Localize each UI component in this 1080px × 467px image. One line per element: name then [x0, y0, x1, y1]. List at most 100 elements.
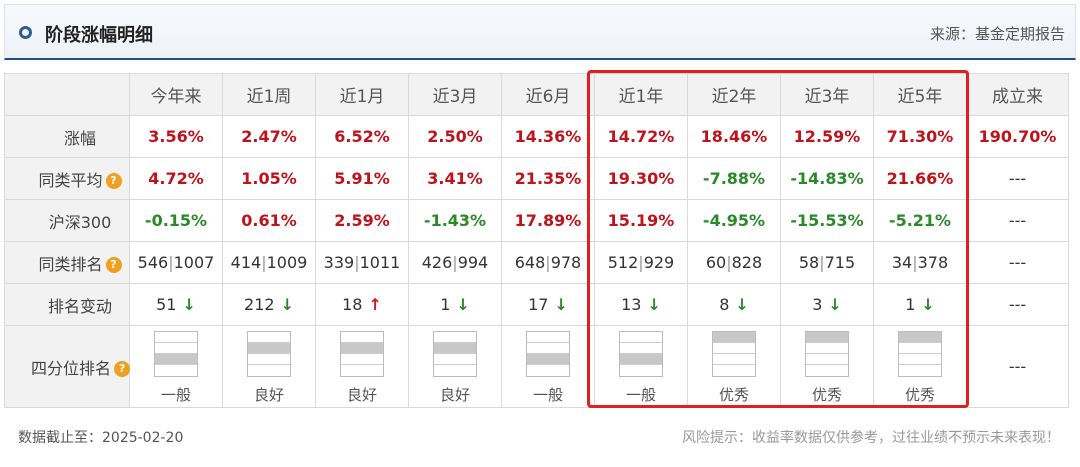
table-row: 涨幅 3.56% 2.47% 6.52% 2.50% 14.36% 14.72% 18.46%…	[4, 115, 1069, 158]
column-header[interactable]: 今年来	[129, 73, 223, 116]
quartile-segment	[341, 353, 383, 365]
row-label-rank_change: 排名变动	[4, 283, 130, 326]
arrow-down-icon: ↓	[828, 295, 842, 314]
column-header[interactable]: 成立来	[966, 73, 1069, 116]
quartile-segment	[527, 331, 569, 343]
section-title: 阶段涨幅明细	[45, 25, 153, 46]
quartile-cell: 优秀	[780, 325, 874, 408]
risk-notice: 风险提示：收益率数据仅供参考，过往业绩不预示未来表现！	[682, 430, 1060, 446]
quartile-segment	[620, 331, 662, 343]
rank-total: 828	[731, 253, 763, 272]
quartile-segment	[341, 342, 383, 354]
arrow-down-icon: ↓	[456, 295, 470, 314]
rank-cell: 414|1009	[222, 241, 316, 284]
table-row: 沪深300 -0.15% 0.61% 2.59% -1.43% 17.89% 15.19% -…	[4, 199, 1069, 242]
row-label-gain: 涨幅	[4, 115, 130, 158]
rank-change-cell: 3 ↓	[780, 283, 874, 326]
column-header[interactable]: 近1月	[315, 73, 409, 116]
quartile-segment	[806, 342, 848, 354]
column-header[interactable]: 近2年	[687, 73, 781, 116]
rank-cell: 648|978	[501, 241, 595, 284]
rank-position: 426	[421, 253, 453, 272]
value-cell: ---	[966, 157, 1069, 200]
column-header[interactable]: 近5年	[873, 73, 967, 116]
value-cell: 18.46%	[687, 115, 781, 158]
row-label-text: 排名变动	[47, 296, 112, 316]
rank-cell: 60|828	[687, 241, 781, 284]
column-header[interactable]: 近3月	[408, 73, 502, 116]
value-cell: ---	[966, 325, 1069, 408]
arrow-up-icon: ↑	[368, 295, 382, 314]
value-cell: 19.30%	[594, 157, 688, 200]
value-cell: -7.88%	[687, 157, 781, 200]
quartile-cell: 良好	[315, 325, 409, 408]
quartile-segment	[620, 342, 662, 354]
quartile-segment	[434, 331, 476, 343]
question-circle-icon[interactable]: ?	[105, 173, 122, 189]
column-header[interactable]: 近6月	[501, 73, 595, 116]
quartile-segment	[899, 353, 941, 365]
value-cell: 15.19%	[594, 199, 688, 242]
quartile-segment	[527, 353, 569, 365]
rank-change-value: 13	[621, 295, 642, 314]
quartile-segment	[155, 364, 197, 376]
row-label-rank: 同类排名?	[4, 241, 130, 284]
quartile-segment	[248, 331, 290, 343]
rank-total: 378	[917, 253, 949, 272]
value-cell: 14.36%	[501, 115, 595, 158]
arrow-down-icon: ↓	[921, 295, 935, 314]
value-cell: 12.59%	[780, 115, 874, 158]
rank-change-cell: 17 ↓	[501, 283, 595, 326]
rank-total: 715	[824, 253, 856, 272]
rank-change-value: 51	[156, 295, 177, 314]
quartile-segment	[248, 342, 290, 354]
quartile-label: 良好	[346, 385, 377, 404]
rank-change-cell: 51 ↓	[129, 283, 223, 326]
rank-change-value: 3	[812, 295, 823, 314]
quartile-cell: 一般	[594, 325, 688, 408]
section-header: 阶段涨幅明细 来源：基金定期报告	[4, 4, 1076, 60]
rank-total: 929	[643, 253, 675, 272]
question-circle-icon[interactable]: ?	[105, 257, 122, 273]
rank-change-cell: 13 ↓	[594, 283, 688, 326]
rank-change-value: 18	[342, 295, 363, 314]
rank-cell: 339|1011	[315, 241, 409, 284]
column-header[interactable]: 近1周	[222, 73, 316, 116]
quartile-bar-icon	[340, 330, 384, 377]
quartile-cell: 一般	[129, 325, 223, 408]
quartile-segment	[620, 364, 662, 376]
quartile-segment	[434, 342, 476, 354]
quartile-label: 优秀	[811, 385, 842, 404]
arrow-down-icon: ↓	[735, 295, 749, 314]
arrow-down-icon: ↓	[280, 295, 294, 314]
rank-total: 1009	[266, 253, 308, 272]
value-cell: -0.15%	[129, 199, 223, 242]
row-label-quartile: 四分位排名?	[4, 325, 131, 408]
rank-change-cell: 18 ↑	[315, 283, 409, 326]
rank-cell: 58|715	[780, 241, 874, 284]
value-cell: -5.21%	[873, 199, 967, 242]
quartile-segment	[620, 353, 662, 365]
rank-position: 34	[891, 253, 913, 272]
column-header[interactable]: 近3年	[780, 73, 874, 116]
rank-change-value: 1	[440, 295, 451, 314]
column-header[interactable]: 近1年	[594, 73, 688, 116]
value-cell: -15.53%	[780, 199, 874, 242]
question-circle-icon[interactable]: ?	[114, 361, 131, 377]
arrow-down-icon: ↓	[647, 295, 661, 314]
value-cell: 14.72%	[594, 115, 688, 158]
circle-bullet-icon	[19, 26, 32, 39]
value-cell: -4.95%	[687, 199, 781, 242]
quartile-segment	[713, 353, 755, 365]
value-cell: ---	[966, 199, 1069, 242]
rank-total: 994	[457, 253, 489, 272]
quartile-segment	[248, 353, 290, 365]
value-cell: 0.61%	[222, 199, 316, 242]
table-row: 排名变动 51 ↓ 212 ↓ 18 ↑ 1 ↓ 17 ↓ 13 ↓ 8 ↓ 3 ↓ 1 ↓ ---	[4, 283, 1069, 326]
value-cell: 6.52%	[315, 115, 409, 158]
quartile-segment	[341, 331, 383, 343]
quartile-bar-icon	[712, 330, 756, 377]
quartile-segment	[341, 364, 383, 376]
rank-change-cell: 1 ↓	[408, 283, 502, 326]
value-cell: -14.83%	[780, 157, 874, 200]
